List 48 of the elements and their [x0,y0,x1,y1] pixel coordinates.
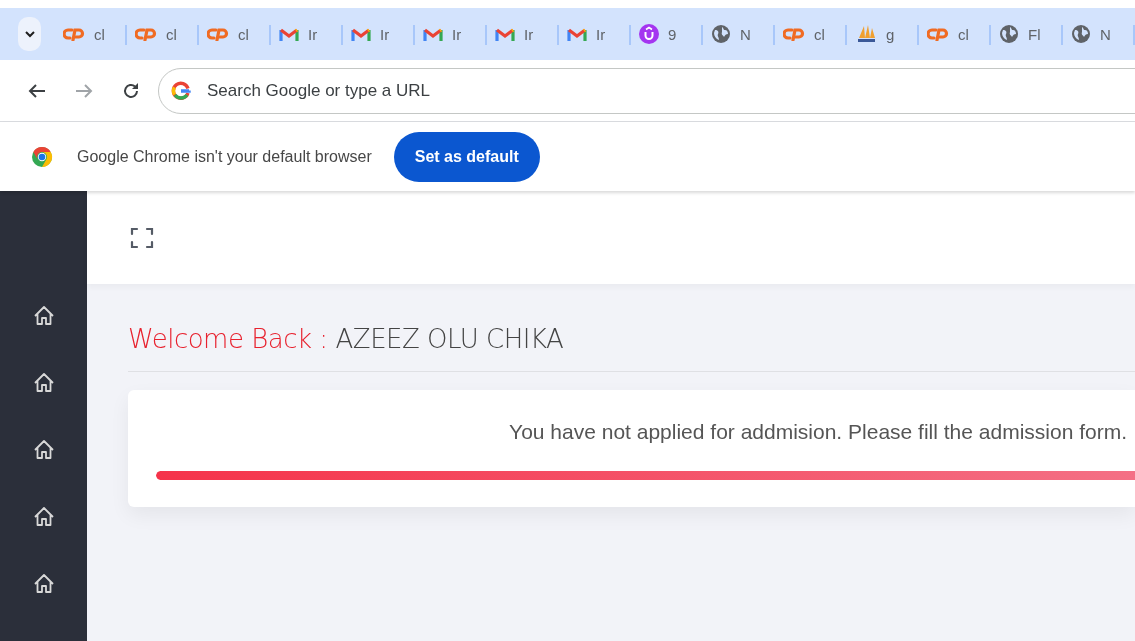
browser-tab[interactable]: N [703,17,775,51]
browser-tab[interactable]: N [1063,17,1135,51]
home-icon[interactable] [32,372,55,394]
google-logo-icon [171,80,191,101]
browser-tab[interactable]: g [847,17,919,51]
home-icon[interactable] [32,439,55,461]
globe-icon [1071,24,1091,44]
browser-tab[interactable]: Ir [487,17,559,51]
sails-logo-icon [855,24,877,44]
cpanel-logo-icon [783,27,805,41]
globe-icon [711,24,731,44]
cpanel-logo-icon [63,27,85,41]
search-field[interactable]: Search Google or type a URL [205,79,1135,102]
browser-tab[interactable]: Ir [343,17,415,51]
tab-search-button[interactable] [18,17,41,51]
chrome-logo-icon [31,145,53,168]
cpanel-logo-icon [927,27,949,41]
user-name: AZEEZ OLU CHIKA [335,324,564,354]
browser-tab[interactable]: cl [127,17,199,51]
envelope-m-icon [423,26,443,42]
browser-tab[interactable]: Ir [271,17,343,51]
browser-tab[interactable]: cl [919,17,991,51]
globe-icon [999,24,1019,44]
home-icon[interactable] [32,305,55,327]
browser-tab[interactable]: Ir [559,17,631,51]
set-default-button[interactable]: Set as default [393,131,540,182]
envelope-m-icon [351,26,371,42]
reload-icon[interactable] [122,81,140,100]
browser-tab[interactable]: cl [199,17,271,51]
browser-tab[interactable]: cl [775,17,847,51]
browser-tab[interactable]: 9 [631,17,703,51]
envelope-m-icon [279,26,299,42]
chevron-down-icon[interactable] [22,29,37,39]
envelope-m-icon [495,26,515,42]
circle-badge-icon [639,24,659,44]
fullscreen-icon[interactable] [130,225,154,250]
cpanel-logo-icon [135,27,157,41]
cpanel-logo-icon [207,27,229,41]
browser-tab[interactable]: cl [55,17,127,51]
notice-message: You have not applied for addmision. Please fill the admission form. [508,420,1128,444]
infobar-message: Google Chrome isn't your default browser [77,147,372,166]
browser-tab[interactable]: Ir [415,17,487,51]
welcome-label: Welcome Back : [128,324,328,354]
browser-tab[interactable]: Fl [991,17,1063,51]
home-icon[interactable] [32,506,55,528]
back-icon[interactable] [28,82,46,99]
envelope-m-icon [567,26,587,42]
home-icon[interactable] [32,573,55,595]
